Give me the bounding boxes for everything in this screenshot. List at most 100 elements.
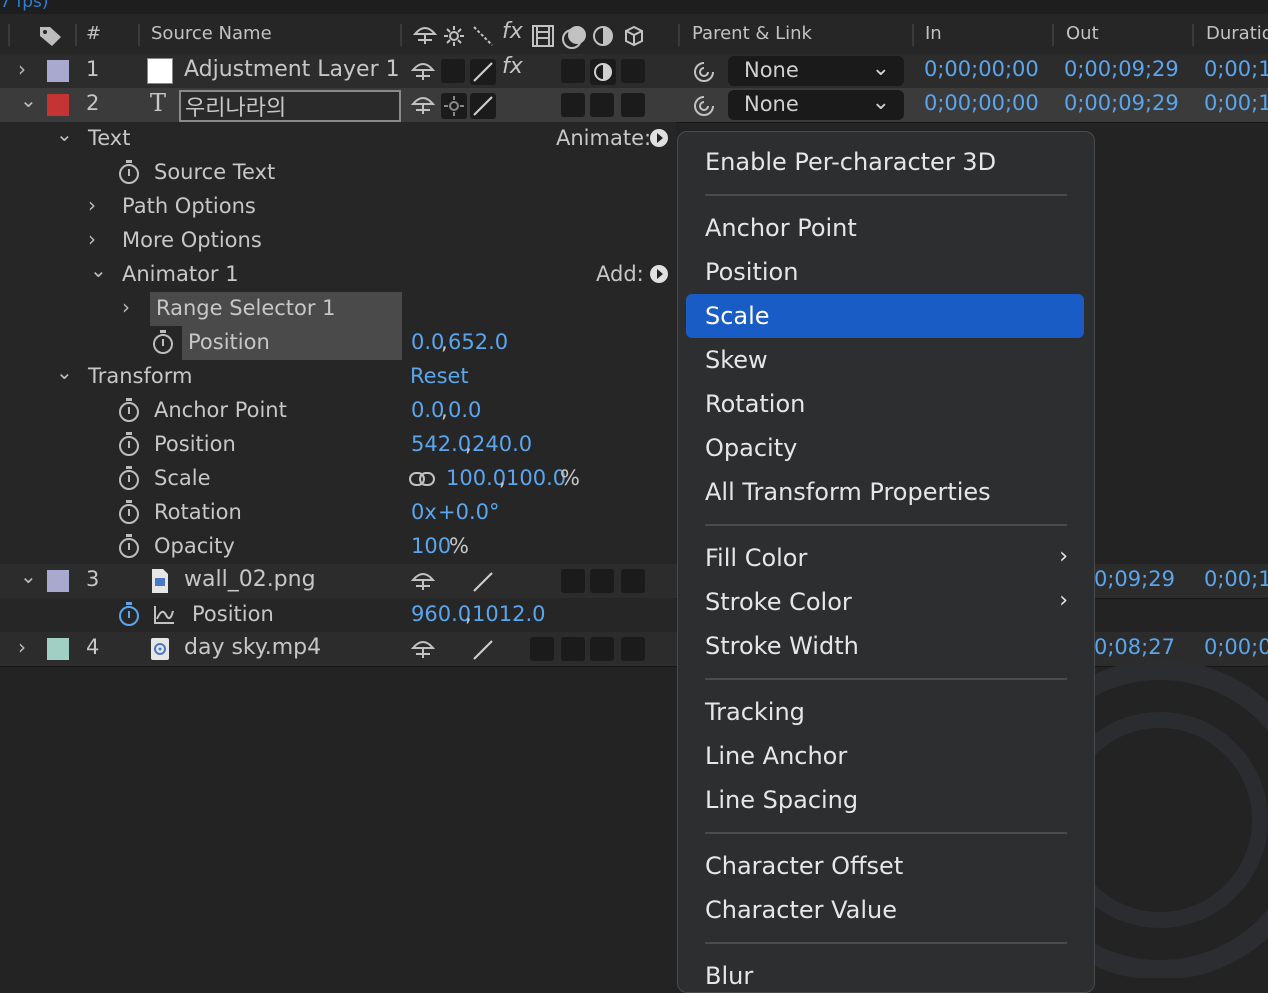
in-time[interactable]: 0;00;00;00	[924, 91, 1039, 115]
property-row-anchor-point[interactable]: Anchor Point 0.0 , 0.0	[0, 394, 676, 429]
3d-switch[interactable]	[621, 93, 645, 117]
label-color-swatch[interactable]	[47, 570, 69, 592]
stopwatch-icon[interactable]	[119, 534, 139, 558]
menu-item-stroke-width[interactable]: Stroke Width	[705, 632, 859, 660]
property-row-opacity[interactable]: Opacity 100 %	[0, 530, 676, 565]
pick-whip-icon[interactable]	[692, 60, 716, 84]
chevron-right-icon[interactable]: ›	[18, 635, 26, 659]
adjustment-switch[interactable]	[590, 93, 614, 117]
adjustment-layer-icon[interactable]	[592, 25, 614, 47]
property-row-transform[interactable]: ⌄ Transform Reset	[0, 360, 676, 395]
value-x[interactable]: 0.0	[411, 330, 444, 354]
value-x[interactable]: 100.0	[446, 466, 506, 490]
menu-item-enable-per-character-3d[interactable]: Enable Per-character 3D	[705, 148, 996, 176]
adjustment-switch-icon[interactable]	[590, 59, 616, 85]
property-row-position[interactable]: Position 542.0 , 240.0	[0, 428, 676, 463]
motion-blur-switch[interactable]	[561, 59, 585, 83]
property-row-text[interactable]: ⌄ Text Animate:	[0, 122, 676, 157]
layer-name[interactable]: Adjustment Layer 1	[184, 57, 400, 82]
menu-item-character-value[interactable]: Character Value	[705, 896, 897, 924]
in-time[interactable]: 0;00;00;00	[924, 57, 1039, 81]
collapse-switch-icon[interactable]	[441, 93, 467, 119]
layer-row[interactable]: ⌄ 2 T 우리나라의 None ⌄ 0;00;00;00 0;00;09;29…	[0, 88, 1268, 123]
quality-switch-icon[interactable]	[470, 93, 496, 119]
out-time[interactable]: 0;00;09;29	[1064, 91, 1179, 115]
header-in[interactable]: In	[925, 23, 942, 44]
chevron-down-icon[interactable]: ⌄	[20, 564, 37, 588]
motion-blur-switch[interactable]	[561, 637, 585, 661]
chevron-right-icon[interactable]: ›	[18, 57, 26, 81]
value-y[interactable]: 652.0	[448, 330, 508, 354]
chevron-right-icon[interactable]: ›	[122, 295, 130, 319]
shy-switch-icon[interactable]	[410, 94, 436, 116]
rotation-turns[interactable]: 0x	[411, 500, 437, 524]
menu-item-fill-color[interactable]: Fill Color	[705, 544, 807, 572]
rotation-degrees[interactable]: +0.0°	[438, 500, 500, 524]
label-tag-icon[interactable]	[38, 24, 64, 48]
menu-item-character-offset[interactable]: Character Offset	[705, 852, 903, 880]
duration-time[interactable]: 0;00;10	[1204, 91, 1268, 115]
frame-blend-icon[interactable]	[531, 24, 555, 48]
menu-item-anchor-point[interactable]: Anchor Point	[705, 214, 857, 242]
menu-item-blur[interactable]: Blur	[705, 962, 753, 990]
menu-item-line-spacing[interactable]: Line Spacing	[705, 786, 858, 814]
menu-item-tracking[interactable]: Tracking	[705, 698, 805, 726]
menu-item-line-anchor[interactable]: Line Anchor	[705, 742, 847, 770]
collapse-switch[interactable]	[441, 59, 465, 83]
menu-item-opacity[interactable]: Opacity	[705, 434, 797, 462]
pick-whip-icon[interactable]	[692, 94, 716, 118]
stopwatch-icon[interactable]	[119, 466, 139, 490]
motion-blur-switch[interactable]	[561, 569, 585, 593]
shy-icon[interactable]	[412, 24, 438, 46]
motion-blur-switch[interactable]	[561, 93, 585, 117]
menu-item-rotation[interactable]: Rotation	[705, 390, 805, 418]
property-row-animator[interactable]: ⌄ Animator 1 Add:	[0, 258, 676, 293]
chevron-down-icon[interactable]: ⌄	[56, 122, 73, 146]
layer-name[interactable]: 우리나라의	[185, 90, 286, 122]
header-parent-link[interactable]: Parent & Link	[692, 23, 812, 44]
property-row-source-text[interactable]: Source Text	[0, 156, 676, 191]
chevron-down-icon[interactable]: ⌄	[90, 258, 107, 282]
menu-item-stroke-color[interactable]: Stroke Color	[705, 588, 852, 616]
quality-switch-icon[interactable]	[470, 59, 496, 85]
value-x[interactable]: 960.0	[411, 602, 471, 626]
stopwatch-icon[interactable]	[119, 500, 139, 524]
layer-name-edit-field[interactable]: 우리나라의	[179, 90, 401, 122]
shy-switch-icon[interactable]	[410, 60, 436, 82]
menu-item-skew[interactable]: Skew	[705, 346, 768, 374]
chevron-down-icon[interactable]: ⌄	[20, 88, 37, 112]
layer-row[interactable]: › 1 Adjustment Layer 1 fx None ⌄ 0;00;00…	[0, 54, 1268, 89]
label-color-swatch[interactable]	[47, 60, 69, 82]
stopwatch-icon[interactable]	[119, 398, 139, 422]
add-menu-button-icon[interactable]	[650, 265, 668, 283]
property-row-rotation[interactable]: Rotation 0x +0.0°	[0, 496, 676, 531]
property-row-scale[interactable]: Scale 100.0 , 100.0 %	[0, 462, 676, 497]
quality-icon[interactable]	[472, 25, 494, 47]
chevron-right-icon[interactable]: ›	[88, 227, 96, 251]
chevron-down-icon[interactable]: ⌄	[56, 360, 73, 384]
parent-dropdown[interactable]: None ⌄	[728, 56, 904, 86]
menu-item-position[interactable]: Position	[705, 258, 798, 286]
stopwatch-icon[interactable]	[119, 160, 139, 184]
fx-switch-icon[interactable]: fx	[502, 54, 523, 79]
adjustment-switch[interactable]	[590, 637, 614, 661]
quality-switch-icon[interactable]	[470, 569, 496, 595]
value-y[interactable]: 0.0	[448, 398, 481, 422]
shy-switch-icon[interactable]	[410, 638, 436, 660]
property-row-path-options[interactable]: › Path Options	[0, 190, 676, 225]
header-out[interactable]: Out	[1066, 23, 1099, 44]
property-row-more-options[interactable]: › More Options	[0, 224, 676, 259]
shy-switch-icon[interactable]	[410, 570, 436, 592]
fx-icon[interactable]: fx	[502, 19, 523, 44]
animate-menu-button-icon[interactable]	[650, 129, 668, 147]
quality-switch-icon[interactable]	[470, 637, 496, 663]
parent-dropdown[interactable]: None ⌄	[728, 90, 904, 120]
reset-link[interactable]: Reset	[410, 364, 469, 388]
chevron-right-icon[interactable]: ›	[88, 193, 96, 217]
property-row-l3-position[interactable]: Position 960.0 , 1012.0	[0, 598, 676, 633]
stopwatch-active-icon[interactable]	[119, 602, 139, 626]
3d-layer-icon[interactable]	[623, 25, 645, 47]
graph-editor-icon[interactable]	[153, 605, 175, 625]
label-color-swatch[interactable]	[47, 638, 69, 660]
duration-time[interactable]: 0;00;10	[1204, 57, 1268, 81]
